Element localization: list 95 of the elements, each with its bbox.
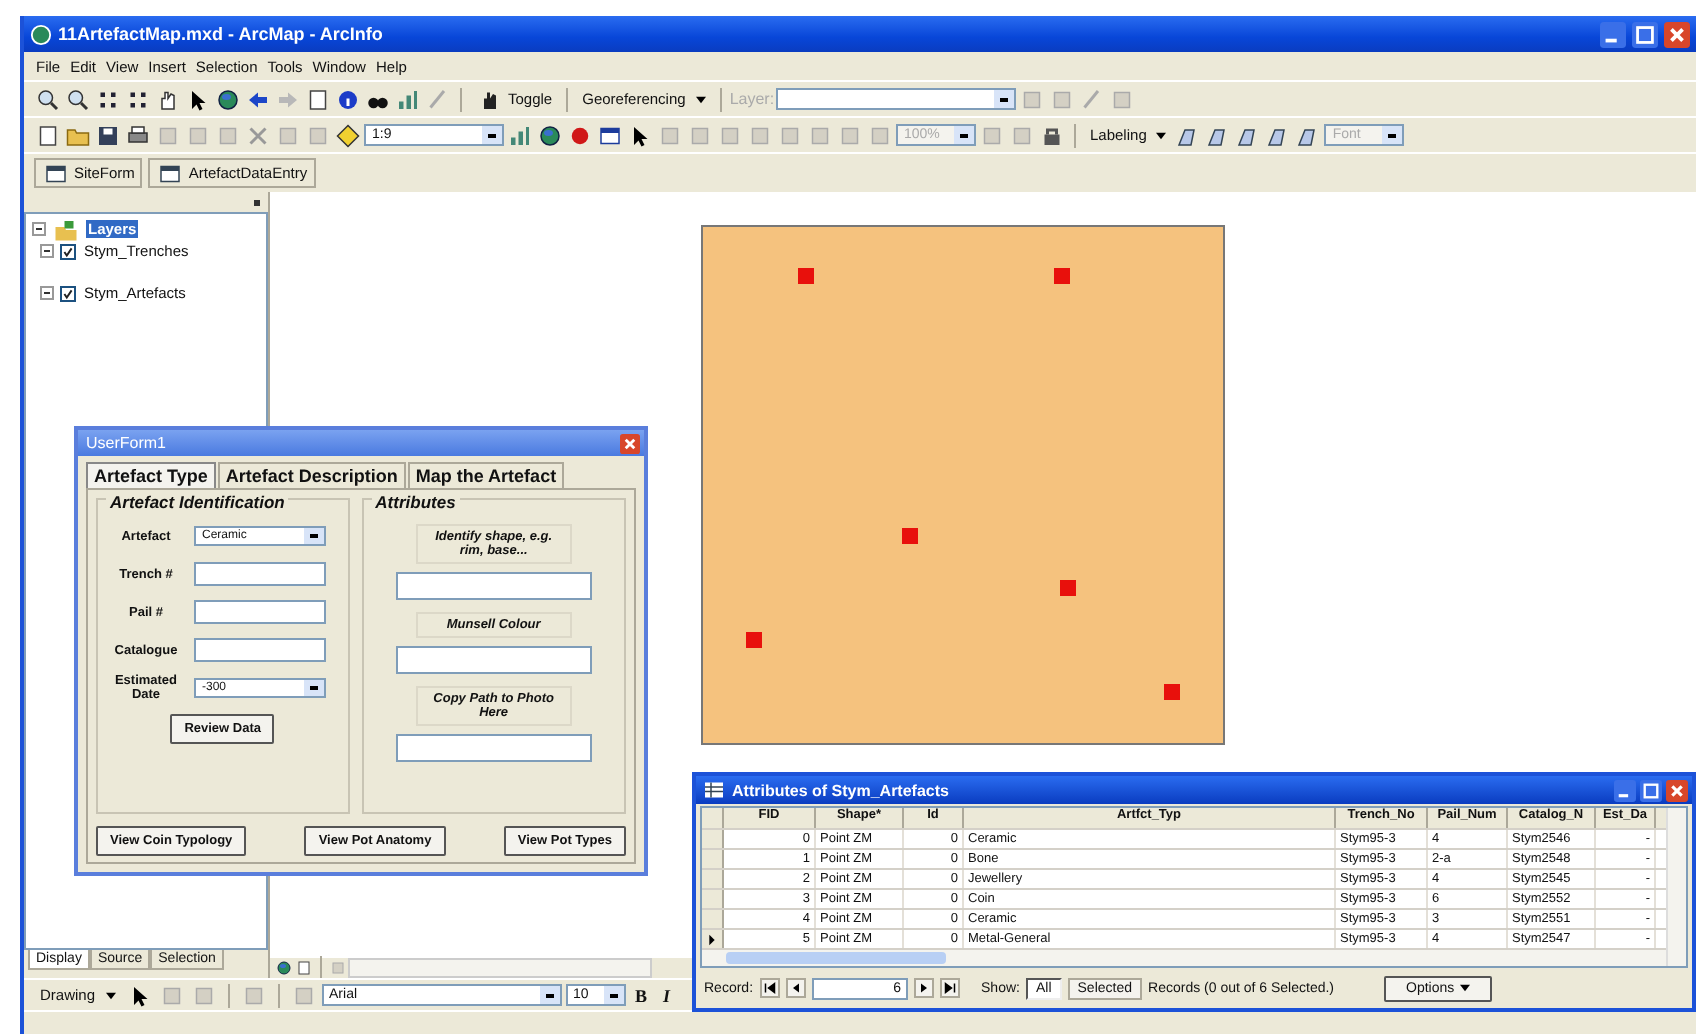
current-row-icon bbox=[708, 933, 716, 945]
magnifier-icon[interactable] bbox=[66, 87, 90, 111]
tool-icon[interactable] bbox=[186, 123, 210, 147]
hand-icon[interactable] bbox=[156, 87, 180, 111]
input-field[interactable] bbox=[395, 646, 592, 674]
tool-icon[interactable] bbox=[718, 123, 742, 147]
maximize-icon[interactable] bbox=[1632, 21, 1658, 47]
checkbox[interactable] bbox=[60, 285, 76, 301]
tool-icon[interactable] bbox=[778, 123, 802, 147]
diamond-icon[interactable] bbox=[336, 123, 360, 147]
row-selector[interactable] bbox=[702, 870, 724, 888]
magnifier-icon[interactable] bbox=[36, 87, 60, 111]
caret-icon bbox=[1156, 131, 1167, 139]
dots-icon[interactable] bbox=[96, 87, 120, 111]
tab[interactable]: Artefact Type bbox=[86, 462, 216, 488]
page-icon[interactable] bbox=[306, 87, 330, 111]
minimize-icon[interactable] bbox=[1614, 779, 1636, 801]
row-selector[interactable] bbox=[702, 850, 724, 868]
tool-icon[interactable] bbox=[868, 123, 892, 147]
input-field[interactable] bbox=[395, 734, 592, 762]
caret-icon bbox=[1460, 984, 1471, 992]
dot-icon[interactable] bbox=[568, 123, 592, 147]
pointer-icon[interactable] bbox=[628, 123, 652, 147]
tool-icon[interactable] bbox=[1110, 87, 1135, 111]
horizontal-scrollbar[interactable] bbox=[348, 958, 652, 978]
input-field[interactable] bbox=[194, 600, 326, 624]
lock-icon[interactable] bbox=[1040, 123, 1064, 147]
caret-icon bbox=[695, 95, 706, 103]
checkbox[interactable] bbox=[60, 243, 76, 259]
table-icon bbox=[702, 778, 726, 802]
expand-icon[interactable] bbox=[32, 222, 46, 236]
input-field[interactable] bbox=[194, 562, 326, 586]
close-icon[interactable] bbox=[620, 433, 640, 453]
globe-icon[interactable] bbox=[276, 960, 292, 976]
dialog-title: UserForm1 bbox=[86, 434, 167, 452]
next-record-button[interactable] bbox=[913, 978, 934, 998]
tab[interactable]: Artefact Description bbox=[217, 462, 406, 488]
tool-icon[interactable] bbox=[276, 123, 300, 147]
previous-record-button[interactable] bbox=[785, 978, 806, 998]
tool-icon[interactable] bbox=[748, 123, 772, 147]
layers-icon bbox=[54, 217, 78, 241]
bold-button[interactable]: B bbox=[629, 980, 654, 1010]
tool-icon[interactable] bbox=[330, 960, 346, 976]
tool-icon[interactable] bbox=[808, 123, 832, 147]
caret-icon bbox=[105, 991, 116, 999]
group-title: Attributes bbox=[371, 492, 460, 512]
tool-icon[interactable] bbox=[980, 123, 1004, 147]
globe-icon[interactable] bbox=[216, 87, 240, 111]
layer-label: Layer: bbox=[729, 90, 775, 108]
vertical-scrollbar[interactable] bbox=[1666, 808, 1686, 966]
minimize-icon[interactable] bbox=[1600, 21, 1626, 47]
window-title: 11ArtefactMap.mxd - ArcMap - ArcInfo bbox=[58, 24, 383, 44]
maximize-icon[interactable] bbox=[1640, 779, 1662, 801]
italic-button[interactable]: I bbox=[657, 980, 677, 1010]
row-selector[interactable] bbox=[702, 830, 724, 848]
next-icon bbox=[917, 982, 930, 994]
window-title: Attributes of Stym_Artefacts bbox=[732, 781, 949, 799]
first-record-button[interactable] bbox=[759, 978, 780, 998]
tool-icon[interactable] bbox=[241, 983, 266, 1007]
window-icon bbox=[44, 161, 68, 185]
first-icon bbox=[763, 982, 776, 994]
row-selector[interactable] bbox=[702, 890, 724, 908]
arrow-icon[interactable] bbox=[246, 87, 270, 111]
tool-icon[interactable] bbox=[191, 983, 216, 1007]
window-icon[interactable] bbox=[598, 123, 622, 147]
expand-icon[interactable] bbox=[40, 286, 54, 300]
tool-icon[interactable] bbox=[838, 123, 862, 147]
dots-icon[interactable] bbox=[126, 87, 150, 111]
group-title: Artefact Identification bbox=[106, 492, 289, 512]
info-icon[interactable] bbox=[336, 87, 360, 111]
expand-icon[interactable] bbox=[40, 244, 54, 258]
tab[interactable]: Map the Artefact bbox=[407, 462, 565, 488]
input-field[interactable] bbox=[194, 638, 326, 662]
page-icon[interactable] bbox=[36, 123, 60, 147]
cross-icon[interactable] bbox=[246, 123, 270, 147]
globe-icon[interactable] bbox=[538, 123, 562, 147]
tool-icon[interactable] bbox=[1050, 87, 1075, 111]
previous-icon bbox=[789, 982, 802, 994]
pointer-icon[interactable] bbox=[186, 87, 210, 111]
input-field[interactable] bbox=[395, 572, 592, 600]
close-icon[interactable] bbox=[1664, 21, 1690, 47]
tool-icon[interactable] bbox=[688, 123, 712, 147]
tool-icon[interactable] bbox=[216, 123, 240, 147]
printer-icon[interactable] bbox=[126, 123, 150, 147]
last-icon bbox=[943, 982, 956, 994]
last-record-button[interactable] bbox=[939, 978, 960, 998]
current-row-marker[interactable] bbox=[702, 930, 724, 948]
hand-icon bbox=[478, 87, 502, 111]
folder-icon[interactable] bbox=[66, 123, 90, 147]
tool-icon[interactable] bbox=[1020, 87, 1045, 111]
window-icon bbox=[158, 161, 183, 185]
close-icon[interactable] bbox=[1666, 779, 1688, 801]
layer-dropdown[interactable] bbox=[776, 88, 1017, 110]
globe-icon bbox=[30, 23, 52, 45]
horizontal-scrollbar[interactable] bbox=[702, 950, 1666, 966]
